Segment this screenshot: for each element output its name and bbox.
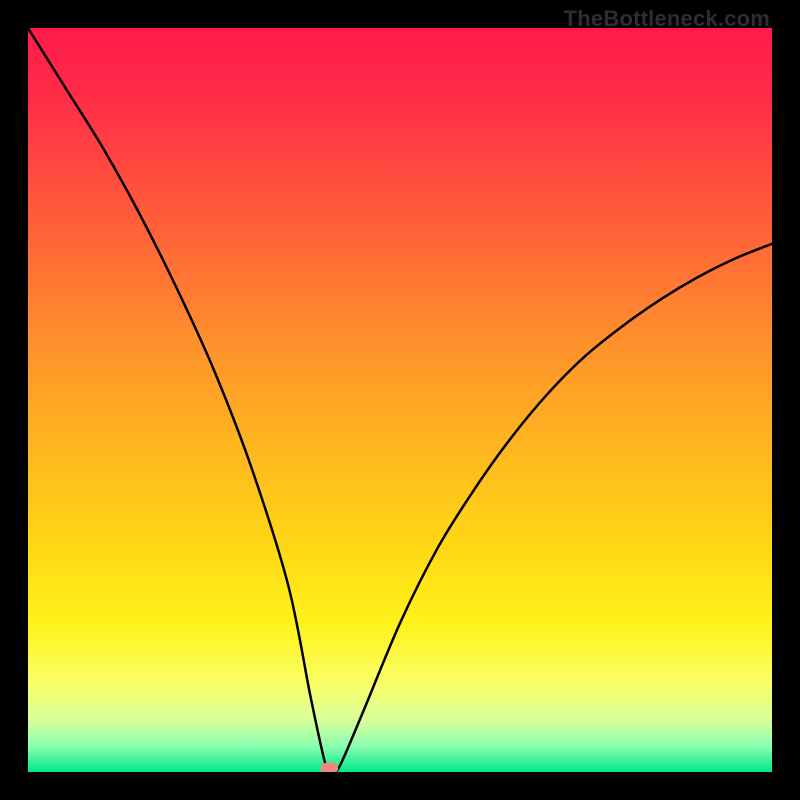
chart-frame: TheBottleneck.com [0,0,800,800]
min-marker [320,762,338,772]
bottleneck-curve [28,28,772,772]
plot-area [28,28,772,772]
watermark-text: TheBottleneck.com [564,6,770,32]
